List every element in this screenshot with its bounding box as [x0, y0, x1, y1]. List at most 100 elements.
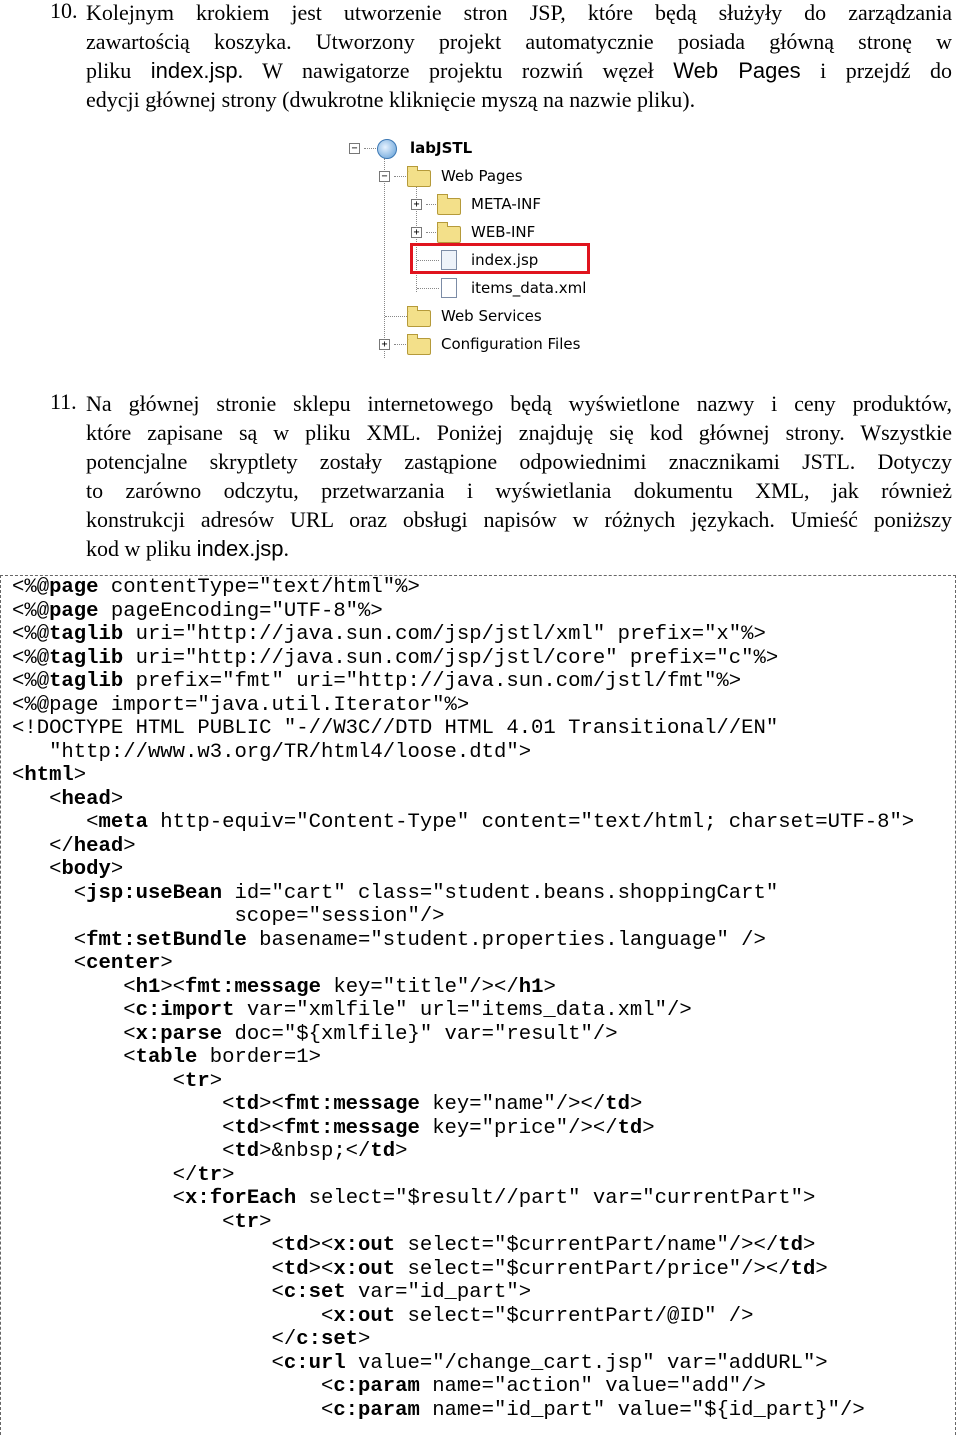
code-text: <%@page import="java.util.Iterator"%> [12, 693, 470, 717]
code-text: < [12, 1210, 235, 1234]
code-line: <%@page import="java.util.Iterator"%> [1, 694, 955, 718]
code-text: > [395, 1140, 408, 1163]
text-run: Na głównej stronie sklepu internetowego … [86, 391, 952, 416]
code-keyword: jsp:useBean [86, 881, 223, 905]
code-text: > [123, 834, 136, 858]
code-line: </tr> [1, 1164, 955, 1188]
collapse-icon[interactable]: − [379, 171, 390, 182]
code-text: < [12, 1234, 284, 1257]
text-run: to zarówno odczytu, przetwarzania i wyśw… [86, 478, 952, 503]
paragraph-line: Na głównej stronie sklepu internetowego … [86, 389, 952, 418]
code-line: <%@taglib uri="http://java.sun.com/jsp/j… [1, 647, 955, 671]
text-run: pliku [86, 58, 151, 83]
code-keyword: fmt:message [185, 975, 321, 999]
code-text: var="id_part"> [345, 1281, 532, 1304]
tree-item-web-services[interactable]: Web Services [441, 302, 542, 330]
code-keyword: td [778, 1234, 803, 1257]
code-text: > [358, 1328, 371, 1351]
code-line: <td><x:out select="$currentPart/name"/><… [1, 1234, 955, 1258]
tree-item-items-data-xml[interactable]: items_data.xml [471, 274, 586, 302]
code-line: <%@page contentType="text/html"%> [1, 576, 955, 600]
code-line: <td><fmt:message key="name"/></td> [1, 1093, 955, 1117]
expand-icon[interactable]: + [379, 339, 390, 350]
code-keyword: x:out [333, 1257, 396, 1281]
code-line: "http://www.w3.org/TR/html4/loose.dtd"> [1, 741, 955, 765]
code-keyword: tr [197, 1163, 223, 1187]
code-text: <%@ [12, 646, 50, 670]
code-text: < [12, 1351, 284, 1375]
tree-item-web-pages[interactable]: Web Pages [441, 162, 523, 190]
code-text: < [12, 1281, 284, 1304]
tree-item-configuration-files[interactable]: Configuration Files [441, 330, 580, 358]
code-keyword: meta [98, 811, 148, 834]
code-text: >< [259, 1093, 284, 1116]
code-line: <jsp:useBean id="cart" class="student.be… [1, 882, 955, 906]
code-text: name="id_part" value="${id_part}"/> [419, 1398, 865, 1422]
code-keyword: head [61, 787, 111, 811]
folder-icon [437, 194, 461, 215]
code-text: uri="http://java.sun.com/jsp/jstl/xml" p… [123, 623, 766, 646]
code-keyword: page [49, 576, 99, 599]
code-keyword: head [73, 834, 124, 858]
paragraph-line: potencjalne skryptlety zostały zastąpion… [86, 447, 952, 476]
tree-item-meta-inf[interactable]: META-INF [471, 190, 541, 218]
code-text: < [12, 1046, 136, 1069]
code-text: < [12, 1093, 235, 1116]
code-text: key="price"/></ [419, 1116, 618, 1140]
code-text: > [815, 1257, 828, 1281]
xml-file-icon [441, 278, 457, 298]
code-text: key="name"/></ [419, 1093, 606, 1116]
code-text: select="$currentPart/name"/></ [395, 1234, 779, 1257]
config-folder-icon [407, 334, 431, 355]
code-text: pageEncoding="UTF-8"%> [98, 599, 383, 623]
code-keyword: c:url [283, 1351, 346, 1375]
tree-item-web-inf[interactable]: WEB-INF [471, 218, 535, 246]
code-text: < [12, 1398, 334, 1422]
step-10-number: 10. [50, 0, 78, 23]
tree-item-labjstl[interactable]: labJSTL [410, 134, 472, 162]
code-keyword: td [283, 1234, 309, 1257]
paragraph-line: zawartością koszyka. Utworzony projekt a… [86, 27, 952, 56]
code-keyword: fmt:setBundle [86, 928, 247, 952]
code-text: < [12, 881, 87, 905]
folder-icon [437, 222, 461, 243]
code-line: <td>&nbsp;</td> [1, 1140, 955, 1164]
code-text: < [12, 811, 99, 834]
project-globe-icon [377, 139, 397, 159]
code-keyword: page [49, 599, 99, 623]
code-text: > [209, 1069, 223, 1093]
code-text: > [259, 1210, 272, 1234]
paragraph-line: konstrukcji adresów URL oraz obsługi nap… [86, 505, 952, 534]
code-line: <table border=1> [1, 1046, 955, 1070]
code-text: < [12, 1116, 235, 1140]
text-run: zawartością koszyka. Utworzony projekt a… [86, 29, 952, 54]
code-text: > [73, 764, 87, 787]
code-keyword: td [605, 1093, 630, 1116]
code-text: </ [12, 1328, 297, 1351]
code-text: < [12, 1069, 186, 1093]
web-pages-folder-icon [407, 166, 431, 187]
code-keyword: x:forEach [185, 1187, 297, 1210]
code-text: >&nbsp;</ [259, 1140, 371, 1163]
code-keyword: td [790, 1257, 816, 1281]
code-text: > [543, 975, 556, 999]
code-text: name="action" value="add"/> [419, 1375, 766, 1398]
code-keyword: td [283, 1257, 309, 1281]
code-text: < [12, 928, 87, 952]
code-text: key="title"/></ [320, 975, 519, 999]
expand-icon[interactable]: + [411, 199, 422, 210]
code-line: <tr> [1, 1211, 955, 1235]
collapse-icon[interactable]: − [349, 143, 360, 154]
code-text: < [12, 975, 136, 999]
text-run: Kolejnym krokiem jest utworzenie stron J… [86, 0, 952, 25]
code-keyword: center [86, 952, 161, 975]
code-keyword: fmt:message [283, 1116, 420, 1140]
paragraph-line: edycji głównej strony (dwukrotne kliknię… [86, 85, 952, 114]
expand-icon[interactable]: + [411, 227, 422, 238]
code-text: < [12, 1022, 136, 1046]
code-keyword: td [370, 1140, 396, 1163]
code-line: <head> [1, 788, 955, 812]
code-keyword: x:parse [135, 1022, 223, 1046]
code-keyword: taglib [49, 623, 124, 646]
code-text: > [110, 787, 124, 811]
